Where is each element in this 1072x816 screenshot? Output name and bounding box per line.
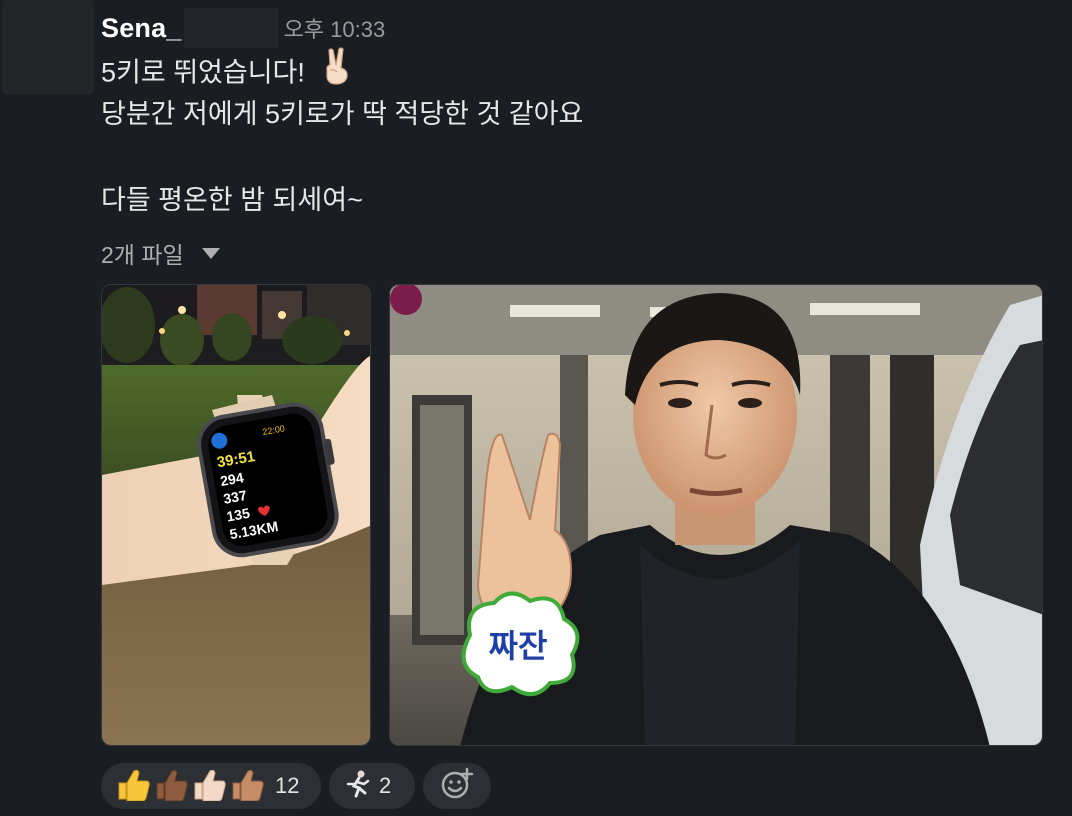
sender-name[interactable]: Sena_ <box>101 13 182 44</box>
reactions-bar: 12 2 <box>101 763 491 809</box>
name-redaction <box>183 8 278 48</box>
add-reaction-button[interactable] <box>423 763 491 809</box>
message-header: Sena_ 오후 10:33 <box>101 8 385 48</box>
message-text-1: 5키로 뛰었습니다! <box>101 57 305 88</box>
reaction-runner[interactable]: 2 <box>329 763 415 809</box>
attachment-meme-photo[interactable]: 짜잔 <box>389 284 1043 746</box>
message-line-1: 5키로 뛰었습니다! <box>101 47 354 97</box>
message-timestamp[interactable]: 오후 10:33 <box>284 12 386 44</box>
message-line-3: 다들 평온한 밤 되세여~ <box>101 185 363 215</box>
files-toggle[interactable]: 2개 파일 <box>101 236 220 270</box>
files-toggle-label: 2개 파일 <box>101 242 184 268</box>
runner-icon <box>343 769 373 804</box>
attachment-watch-photo[interactable]: 22:00 39:51 294 337 135 5.13KM <box>101 284 371 746</box>
caption-bubble: 짜잔 <box>461 591 580 696</box>
add-reaction-icon <box>440 767 474 806</box>
slack-message: Sena_ 오후 10:33 5키로 뛰었습니다! 당분간 저에게 5키로가 딱… <box>0 0 1072 816</box>
caret-down-icon <box>201 247 220 259</box>
reaction-thumbs-up[interactable]: 12 <box>101 763 321 809</box>
caption-text: 짜잔 <box>489 628 548 664</box>
avatar-redacted[interactable] <box>2 0 94 94</box>
reaction-count-runner: 2 <box>379 773 392 798</box>
message-line-2: 당분간 저에게 5키로가 딱 적당한 것 같아요 <box>101 99 584 129</box>
thumbs-up-multi-tone-icon <box>115 767 269 806</box>
reaction-count-thumbs: 12 <box>275 773 300 798</box>
victory-hand-emoji <box>320 46 354 97</box>
